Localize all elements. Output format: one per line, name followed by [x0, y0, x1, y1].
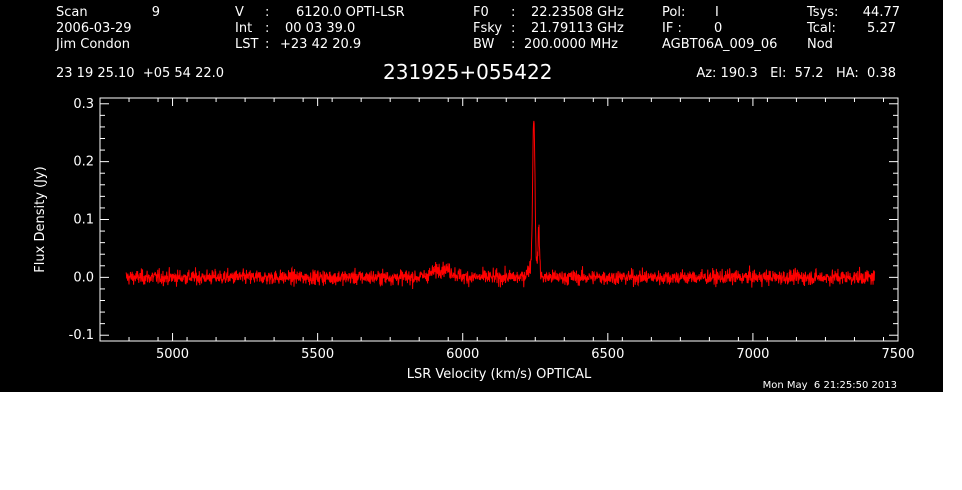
timestamp: Mon May 6 21:25:50 2013 — [762, 380, 897, 391]
y-tick-label: 0.1 — [73, 213, 94, 228]
y-tick-label: 0.3 — [73, 97, 94, 112]
y-tick-label: -0.1 — [69, 328, 94, 343]
x-tick-label: 6000 — [446, 347, 479, 362]
x-tick-label: 5000 — [156, 347, 189, 362]
spectrum-chart: 5000 5500 6000 6500 7000 7500 -0.1 0.0 0.1 0.2 0.3… — [33, 97, 915, 382]
y-tick-label: 0.0 — [73, 270, 94, 285]
x-tick-label: 5500 — [301, 347, 334, 362]
plot-window: Scan 9 2006-03-29 Jim Condon V : 6120.0 … — [0, 0, 943, 392]
y-axis-label: Flux Density (Jy) — [33, 166, 48, 272]
x-tick-label: 6500 — [591, 347, 624, 362]
spectrum-line — [125, 120, 876, 289]
y-tick-label: 0.2 — [73, 155, 94, 170]
x-axis-label: LSR Velocity (km/s) OPTICAL — [407, 367, 592, 382]
x-tick-label: 7000 — [736, 347, 769, 362]
plot-frame — [99, 97, 899, 342]
x-tick-label: 7500 — [881, 347, 914, 362]
